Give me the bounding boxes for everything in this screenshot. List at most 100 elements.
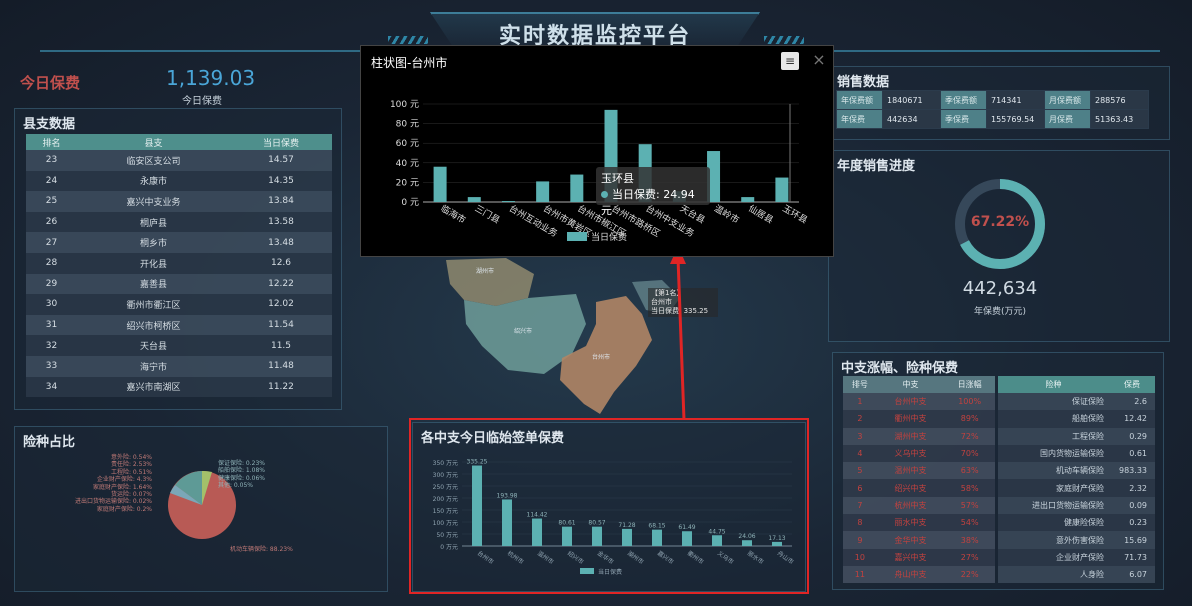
table-row[interactable]: 意外伤害保险 15.69 (998, 531, 1155, 549)
popup-title: 柱状图-台州市 (371, 56, 448, 70)
table-row[interactable]: 船舶保险 12.42 (998, 410, 1155, 428)
insurance-premium-cell: 0.29 (1109, 427, 1155, 445)
county-cell: 天台县 (77, 335, 230, 356)
y-tick-label: 80 元 (396, 120, 419, 130)
col-branch: 中支 (876, 376, 945, 393)
rank-cell: 31 (26, 314, 78, 336)
table-row[interactable]: 健康险保险 0.23 (998, 514, 1155, 532)
col-ins-premium: 保费 (1109, 376, 1155, 393)
table-row[interactable]: 企业财产保险 71.73 (998, 548, 1155, 566)
table-row[interactable]: 33 海宁市 11.48 (26, 355, 332, 377)
growth-cell: 100% (944, 393, 995, 411)
table-row[interactable]: 24 永康市 14.35 (26, 170, 332, 192)
table-row[interactable]: 27 桐乡市 13.48 (26, 232, 332, 253)
table-row[interactable]: 进出口货物运输保险 0.09 (998, 496, 1155, 515)
growth-cell: 89% (944, 410, 995, 428)
table-row[interactable]: 人身险 6.07 (998, 565, 1155, 584)
table-row[interactable]: 4 义乌中支 70% (843, 444, 995, 463)
branch-cell: 绍兴中支 (876, 479, 945, 497)
sales-key: 年保费额 (836, 90, 883, 110)
legend-dot-icon (601, 191, 608, 198)
table-row[interactable]: 7 杭州中支 57% (843, 496, 995, 515)
county-cell: 桐庐县 (77, 211, 230, 233)
sales-key: 月保费额 (1044, 90, 1091, 110)
county-cell: 嘉兴市南湖区 (77, 376, 230, 398)
table-row[interactable]: 9 金华中支 38% (843, 531, 995, 549)
insurance-name-cell: 意外伤害保险 (998, 531, 1109, 549)
county-cell: 衢州市衢江区 (77, 294, 230, 315)
table-row[interactable]: 30 衢州市衢江区 12.02 (26, 294, 332, 315)
rank-cell: 26 (26, 211, 78, 233)
today-sub-label: 今日保费 (182, 96, 222, 107)
rank-cell: 29 (26, 273, 78, 295)
sales-value: 442634 (882, 109, 941, 129)
insurance-name-cell: 船舶保险 (998, 410, 1109, 428)
popup-menu-button[interactable]: ≡ (781, 52, 799, 70)
tooltip-row: 当日保费: 24.94元 (601, 186, 705, 218)
progress-sub-label: 年保费(万元) (973, 307, 1027, 317)
insurance-premium-cell: 71.73 (1109, 548, 1155, 566)
table-row[interactable]: 6 绍兴中支 58% (843, 479, 995, 497)
branch-growth-table: 排号 中支 日涨幅 1 台州中支 100% 2 衢州中支 89% 3 湖州中支 72% 4 义乌中支… (843, 376, 995, 584)
growth-cell: 72% (944, 427, 995, 445)
table-row[interactable]: 2 衢州中支 89% (843, 410, 995, 428)
map-label-huzhou: 湖州市 (476, 268, 495, 275)
table-row[interactable]: 11 舟山中支 22% (843, 565, 995, 584)
table-row[interactable]: 工程保险 0.29 (998, 427, 1155, 445)
table-row[interactable]: 25 嘉兴中支业务 13.84 (26, 191, 332, 212)
table-row[interactable]: 29 嘉善县 12.22 (26, 273, 332, 295)
insurance-premium-cell: 2.32 (1109, 479, 1155, 497)
table-row[interactable]: 家庭财产保险 2.32 (998, 479, 1155, 497)
insurance-premium-table: 险种 保费 保证保险 2.6 船舶保险 12.42 工程保险 0.29 国内货物运输保险 0.… (998, 376, 1155, 584)
table-row[interactable]: 8 丽水中支 54% (843, 514, 995, 532)
table-row[interactable]: 26 桐庐县 13.58 (26, 211, 332, 233)
premium-cell: 12.22 (229, 273, 332, 295)
table-row[interactable]: 31 绍兴市柯桥区 11.54 (26, 314, 332, 336)
table-row[interactable]: 28 开化县 12.6 (26, 252, 332, 274)
table-row[interactable]: 1 台州中支 100% (843, 393, 995, 411)
growth-cell: 27% (944, 548, 995, 566)
premium-cell: 11.54 (229, 314, 332, 336)
table-row[interactable]: 国内货物运输保险 0.61 (998, 444, 1155, 463)
legend-swatch (567, 232, 587, 241)
row-no-cell: 3 (843, 427, 877, 445)
row-no-cell: 7 (843, 496, 877, 515)
table-row[interactable]: 5 温州中支 63% (843, 462, 995, 480)
table-row[interactable]: 机动车辆保险 983.33 (998, 462, 1155, 480)
sales-key: 季保费额 (940, 90, 987, 110)
insurance-premium-cell: 0.23 (1109, 514, 1155, 532)
rank-cell: 24 (26, 170, 78, 192)
growth-cell: 63% (944, 462, 995, 480)
county-cell: 桐乡市 (77, 232, 230, 253)
legend-label: 当日保费 (591, 231, 627, 243)
branch-cell: 舟山中支 (876, 565, 945, 584)
x-tick-label: 仙居县 (746, 202, 775, 226)
table-row[interactable]: 3 湖州中支 72% (843, 427, 995, 445)
col-county: 县支 (77, 134, 230, 150)
county-cell: 嘉善县 (77, 273, 230, 295)
pie-label: 家庭财产保险: 0.2% (96, 505, 152, 513)
y-tick-label: 0 元 (401, 198, 419, 208)
table-row[interactable]: 10 嘉兴中支 27% (843, 548, 995, 566)
branch-cell: 台州中支 (876, 393, 945, 411)
premium-cell: 14.35 (229, 170, 332, 192)
table-row[interactable]: 34 嘉兴市南湖区 11.22 (26, 376, 332, 398)
table-row[interactable]: 23 临安区支公司 14.57 (26, 150, 332, 171)
county-table: 排名 县支 当日保费 23 临安区支公司 14.57 24 永康市 14.35 25 嘉兴中支… (26, 134, 332, 398)
header-stripes-left (388, 36, 428, 44)
table-row[interactable]: 保证保险 2.6 (998, 393, 1155, 411)
bar (501, 201, 515, 202)
table-row[interactable]: 32 天台县 11.5 (26, 335, 332, 356)
header-stripes-right (764, 36, 804, 44)
rank-cell: 34 (26, 376, 78, 398)
popup-close-button[interactable]: × (811, 50, 827, 70)
row-no-cell: 4 (843, 444, 877, 463)
y-tick-label: 20 元 (396, 178, 419, 188)
premium-cell: 14.57 (229, 150, 332, 171)
x-tick-label: 临海市 (439, 202, 468, 226)
branch-cell: 湖州中支 (876, 427, 945, 445)
pie-label: 进出口货物运输保险: 0.02% (75, 498, 152, 506)
pie-label-bottom: 机动车辆保险: 88.23% (230, 546, 293, 553)
branch-cell: 金华中支 (876, 531, 945, 549)
pie-label: 责任险: 2.53% (111, 461, 152, 469)
